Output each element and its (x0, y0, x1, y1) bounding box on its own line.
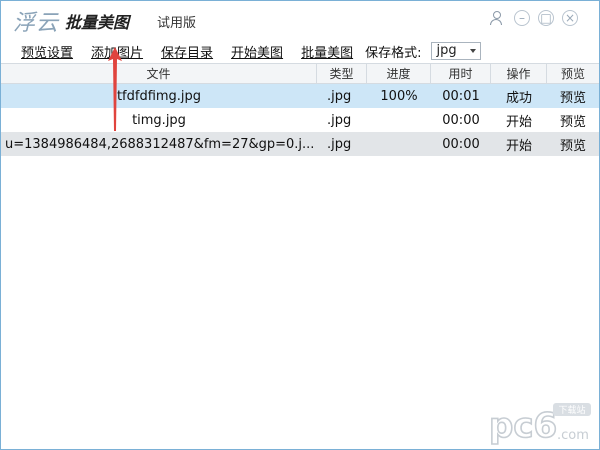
start-beautify-button[interactable]: 开始美图 (231, 42, 283, 61)
column-header-time[interactable]: 用时 (431, 64, 491, 83)
maximize-icon: □ (540, 11, 552, 25)
app-window: 浮云 批量美图 试用版 – □ × 预览设置 添加图片 保存目录 开始美图 批量… (0, 0, 600, 450)
save-format-value: jpg (436, 43, 457, 58)
watermark-text: pc6 (489, 406, 557, 445)
file-type-cell: .jpg (327, 136, 352, 152)
column-header-operation[interactable]: 操作 (491, 64, 547, 83)
watermark-logo: pc6 下载站 .com (488, 403, 591, 445)
file-table: 文件 类型 进度 用时 操作 预览 tfdfdfimg.jpg .jpg 100… (1, 63, 599, 156)
app-title: 批量美图 (65, 13, 130, 32)
table-header: 文件 类型 进度 用时 操作 预览 (1, 64, 599, 84)
column-header-type[interactable]: 类型 (317, 64, 367, 83)
start-link[interactable]: 开始 (491, 108, 547, 132)
table-row[interactable]: tfdfdfimg.jpg .jpg 100% 00:01 成功 预览 (1, 84, 599, 108)
start-link[interactable]: 开始 (491, 132, 547, 156)
preview-settings-button[interactable]: 预览设置 (21, 42, 73, 61)
time-cell: 00:01 (442, 88, 480, 104)
column-header-file[interactable]: 文件 (1, 64, 317, 83)
minimize-icon: – (519, 11, 525, 25)
column-header-preview[interactable]: 预览 (547, 64, 599, 83)
batch-beautify-button[interactable]: 批量美图 (301, 42, 353, 61)
maximize-button[interactable]: □ (538, 10, 554, 26)
progress-cell (367, 108, 431, 132)
close-button[interactable]: × (562, 10, 578, 26)
watermark-sub: 下载站 (558, 404, 585, 416)
save-directory-button[interactable]: 保存目录 (161, 42, 213, 61)
time-cell: 00:00 (442, 136, 480, 152)
app-logo: 浮云 (13, 11, 60, 36)
chevron-down-icon (470, 49, 477, 53)
progress-cell: 100% (380, 88, 418, 104)
user-button[interactable] (487, 9, 505, 27)
table-row[interactable]: timg.jpg .jpg 00:00 开始 预览 (1, 108, 599, 132)
annotation-arrow-icon (108, 47, 122, 131)
edition-label: 试用版 (157, 16, 197, 31)
preview-link[interactable]: 预览 (547, 84, 599, 108)
close-icon: × (564, 11, 576, 25)
file-name-cell: tfdfdfimg.jpg (116, 88, 202, 104)
toolbar: 预览设置 添加图片 保存目录 开始美图 批量美图 保存格式: jpg (1, 40, 599, 62)
preview-link[interactable]: 预览 (547, 108, 599, 132)
minimize-button[interactable]: – (514, 10, 530, 26)
save-format-label: 保存格式: (365, 45, 422, 61)
watermark-domain: .com (557, 428, 589, 443)
file-type-cell: .jpg (327, 112, 352, 128)
save-format-select[interactable]: jpg (431, 42, 482, 60)
title-bar: 浮云 批量美图 试用版 – □ × (1, 1, 599, 39)
table-row[interactable]: u=1384986484,2688312487&fm=27&gp=0.j... … (1, 132, 599, 156)
file-name-cell: u=1384986484,2688312487&fm=27&gp=0.j... (5, 136, 315, 152)
user-icon (490, 11, 502, 25)
arrow-shape (108, 47, 122, 131)
progress-cell (367, 132, 431, 156)
operation-cell[interactable]: 成功 (491, 84, 547, 108)
file-type-cell: .jpg (327, 88, 352, 104)
preview-link[interactable]: 预览 (547, 132, 599, 156)
time-cell: 00:00 (442, 112, 480, 128)
column-header-progress[interactable]: 进度 (367, 64, 431, 83)
file-name-cell: timg.jpg (132, 112, 186, 128)
